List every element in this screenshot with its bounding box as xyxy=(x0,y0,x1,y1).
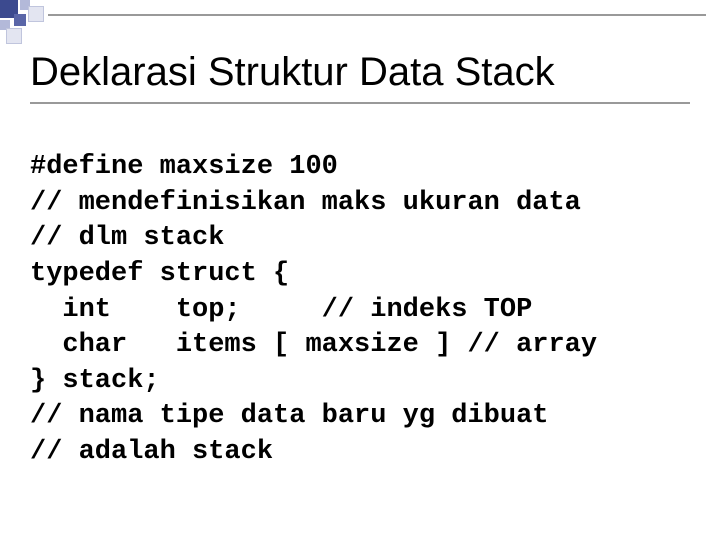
slide-title: Deklarasi Struktur Data Stack xyxy=(30,50,690,94)
code-block: #define maxsize 100 // mendefinisikan ma… xyxy=(30,150,690,471)
code-line: char items [ maxsize ] // array xyxy=(30,330,597,360)
title-underline xyxy=(30,102,690,104)
deco-square xyxy=(6,28,22,44)
code-line: int top; // indeks TOP xyxy=(30,295,532,325)
deco-square xyxy=(14,14,26,26)
code-line: typedef struct { xyxy=(30,259,289,289)
deco-square xyxy=(28,6,44,22)
code-line: // nama tipe data baru yg dibuat xyxy=(30,401,548,431)
slide: Deklarasi Struktur Data Stack #define ma… xyxy=(0,0,720,540)
code-line: } stack; xyxy=(30,366,160,396)
code-line: // adalah stack xyxy=(30,437,273,467)
top-rule xyxy=(48,14,706,16)
title-area: Deklarasi Struktur Data Stack xyxy=(30,50,690,104)
code-line: #define maxsize 100 xyxy=(30,152,338,182)
code-line: // dlm stack xyxy=(30,223,224,253)
code-line: // mendefinisikan maks ukuran data xyxy=(30,188,581,218)
corner-decoration xyxy=(0,0,42,42)
